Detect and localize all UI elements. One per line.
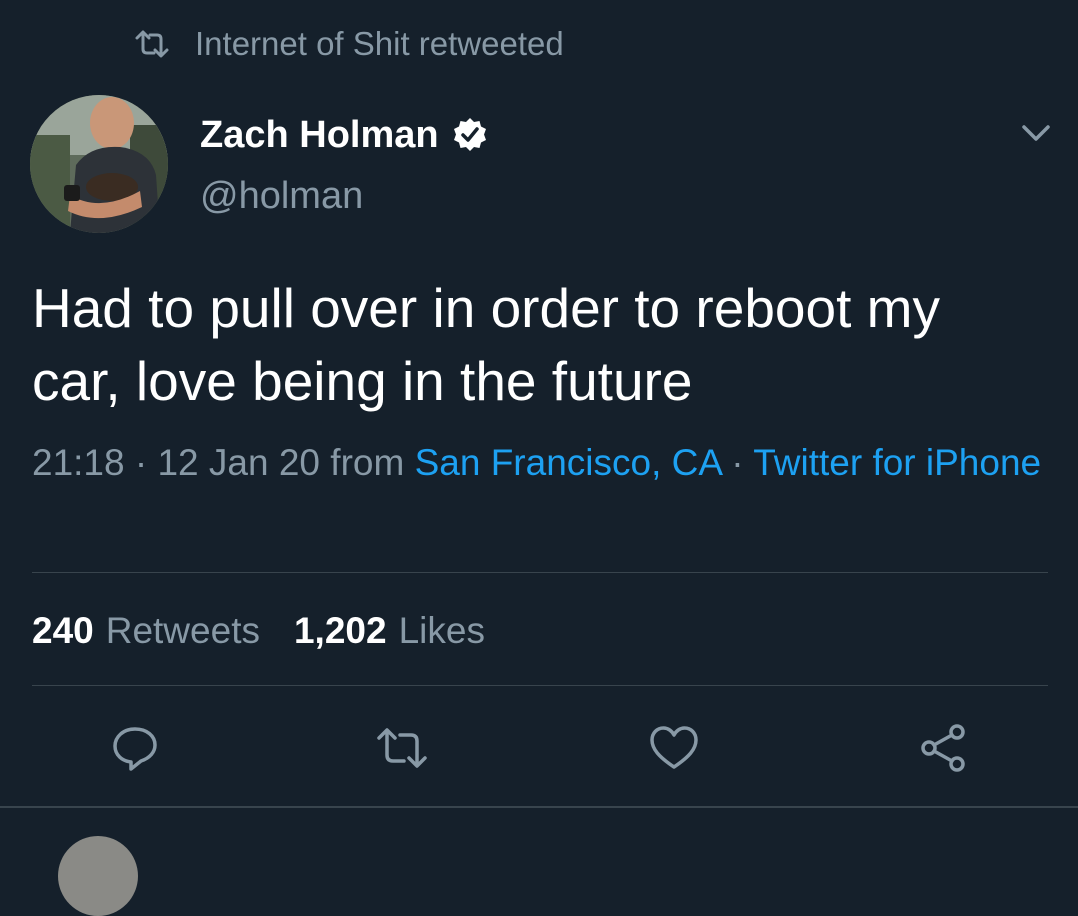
- retweet-icon: [377, 728, 427, 768]
- tweet-time: 21:18: [32, 442, 125, 483]
- author-name-row[interactable]: Zach Holman: [200, 112, 489, 158]
- share-icon: [921, 724, 965, 772]
- retweet-button[interactable]: [376, 722, 428, 774]
- tweet-location-link[interactable]: San Francisco, CA: [415, 442, 721, 483]
- tweet-meta: 21:18 · 12 Jan 20 from San Francisco, CA…: [32, 436, 1042, 489]
- retweet-context[interactable]: Internet of Shit retweeted: [134, 22, 564, 66]
- meta-separator-2: ·: [720, 442, 754, 483]
- section-separator: [0, 806, 1078, 808]
- likes-label: Likes: [398, 610, 485, 651]
- retweet-icon: [135, 30, 169, 58]
- reply-icon: [113, 727, 157, 771]
- meta-from: from: [320, 442, 415, 483]
- avatar-photo: [30, 95, 168, 233]
- tweet-text-line-1: Had to pull over in order to reboot my: [32, 277, 940, 339]
- retweets-count: 240: [32, 610, 94, 651]
- next-tweet-avatar[interactable]: [58, 836, 138, 916]
- tweet-text-line-2: car, love being in the future: [32, 350, 693, 412]
- tweet-text: Had to pull over in order to reboot my c…: [32, 272, 1042, 418]
- retweet-context-text: Internet of Shit retweeted: [195, 25, 564, 62]
- tweet-source-link[interactable]: Twitter for iPhone: [753, 442, 1041, 483]
- like-button[interactable]: [648, 722, 700, 774]
- share-button[interactable]: [918, 722, 970, 774]
- chevron-down-icon[interactable]: [1018, 118, 1054, 148]
- likes-stat[interactable]: 1,202 Likes: [294, 610, 485, 652]
- divider: [32, 685, 1048, 686]
- tweet-date: 12 Jan 20: [157, 442, 321, 483]
- meta-separator: ·: [124, 442, 158, 483]
- author-handle[interactable]: @holman: [200, 175, 363, 218]
- author-display-name: Zach Holman: [200, 113, 439, 156]
- retweets-label: Retweets: [105, 610, 260, 651]
- avatar[interactable]: [30, 95, 168, 233]
- like-icon: [650, 726, 698, 769]
- retweets-stat[interactable]: 240 Retweets: [32, 610, 260, 652]
- divider: [32, 572, 1048, 573]
- likes-count: 1,202: [293, 610, 387, 651]
- tweet-stats: 240 Retweets 1,202 Likes: [32, 606, 485, 656]
- verified-badge-icon: [453, 118, 486, 151]
- reply-button[interactable]: [109, 722, 161, 774]
